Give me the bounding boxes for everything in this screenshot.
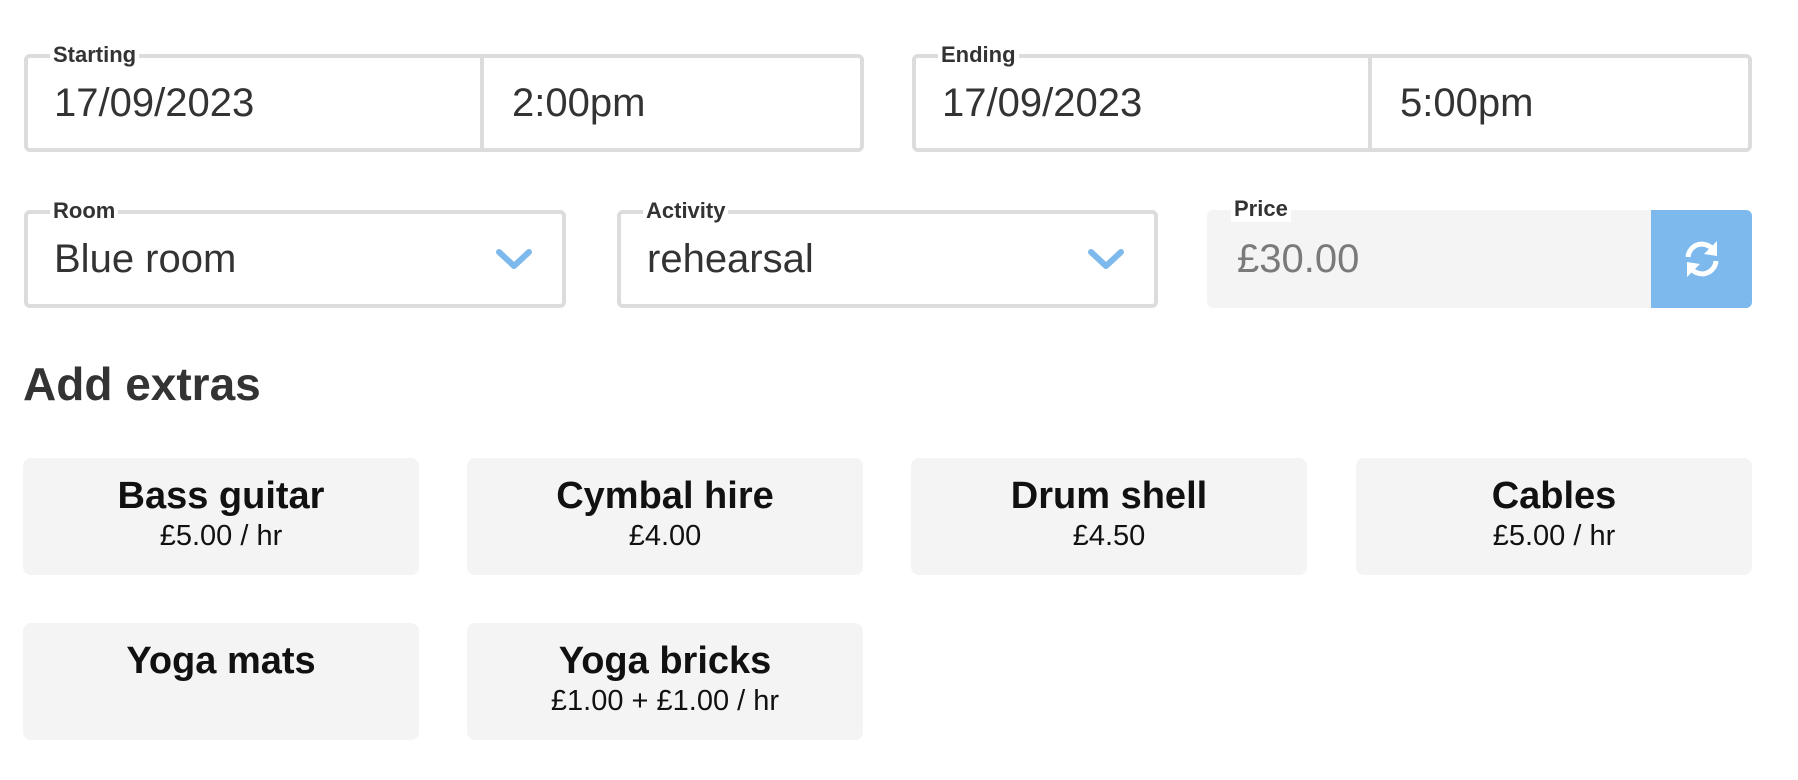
refresh-price-button[interactable] — [1651, 210, 1752, 308]
extra-title: Yoga bricks — [558, 640, 772, 682]
extra-price: £4.00 — [628, 520, 702, 552]
room-select[interactable]: Room Blue room — [24, 198, 566, 308]
extra-price: £4.50 — [1072, 520, 1146, 552]
ending-fieldset: Ending 17/09/2023 5:00pm — [912, 42, 1752, 152]
starting-fieldset: Starting 17/09/2023 2:00pm — [24, 42, 864, 152]
starting-time-input[interactable]: 2:00pm — [512, 58, 842, 148]
price-field: Price £30.00 — [1207, 196, 1752, 308]
activity-select[interactable]: Activity rehearsal — [617, 198, 1158, 308]
extra-card-yoga-bricks[interactable]: Yoga bricks £1.00 + £1.00 / hr — [467, 623, 863, 740]
extra-card-cables[interactable]: Cables £5.00 / hr — [1356, 458, 1752, 575]
divider — [480, 58, 484, 148]
refresh-icon — [1685, 241, 1718, 277]
extra-price: £5.00 / hr — [1492, 520, 1616, 552]
extra-title: Yoga mats — [126, 640, 316, 682]
extra-price: £5.00 / hr — [159, 520, 283, 552]
extra-title: Bass guitar — [117, 475, 325, 517]
activity-value: rehearsal — [647, 236, 814, 281]
extra-title: Cables — [1491, 475, 1617, 517]
extra-card-cymbal-hire[interactable]: Cymbal hire £4.00 — [467, 458, 863, 575]
extra-card-drum-shell[interactable]: Drum shell £4.50 — [911, 458, 1307, 575]
price-value: £30.00 — [1237, 236, 1360, 281]
extra-title: Cymbal hire — [556, 475, 774, 517]
add-extras-heading: Add extras — [23, 358, 261, 410]
extra-card-bass-guitar[interactable]: Bass guitar £5.00 / hr — [23, 458, 419, 575]
chevron-down-icon — [1088, 249, 1124, 269]
extra-price: £1.00 + £1.00 / hr — [550, 685, 780, 717]
extra-card-yoga-mats[interactable]: Yoga mats — [23, 623, 419, 740]
chevron-down-icon — [496, 249, 532, 269]
starting-date-input[interactable]: 17/09/2023 — [54, 58, 474, 148]
ending-time-input[interactable]: 5:00pm — [1400, 58, 1730, 148]
divider — [1368, 58, 1372, 148]
extra-title: Drum shell — [1010, 475, 1208, 517]
room-value: Blue room — [54, 236, 237, 281]
ending-date-input[interactable]: 17/09/2023 — [942, 58, 1362, 148]
